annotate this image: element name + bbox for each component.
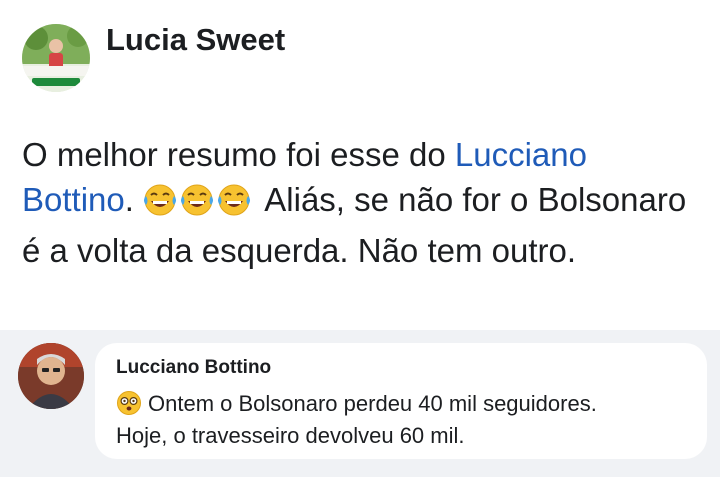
avatar-image <box>22 24 90 92</box>
comment-text-line1: Ontem o Bolsonaro perdeu 40 mil seguidor… <box>116 390 597 422</box>
author-avatar[interactable] <box>22 24 90 92</box>
comment-author-name[interactable]: Lucciano Bottino <box>116 357 271 379</box>
face-with-tears-of-joy-icon <box>179 183 215 228</box>
comment-line1-text: Ontem o Bolsonaro perdeu 40 mil seguidor… <box>148 391 597 416</box>
post-text-part1: O melhor resumo foi esse do <box>22 136 455 173</box>
dizzy-face-icon <box>116 390 142 422</box>
commenter-avatar-image <box>18 343 84 409</box>
comment-bubble: Lucciano Bottino Ontem o Bolsonaro perde… <box>95 343 707 459</box>
post-author-name[interactable]: Lucia Sweet <box>106 22 285 58</box>
comment-text-line2: Hoje, o travesseiro devolveu 60 mil. <box>116 423 465 448</box>
face-with-tears-of-joy-icon <box>216 183 252 228</box>
laughing-emoji-group <box>142 181 253 218</box>
face-with-tears-of-joy-icon <box>142 183 178 228</box>
commenter-avatar[interactable] <box>18 343 84 409</box>
post-text: O melhor resumo foi esse do Lucciano Bot… <box>22 132 702 273</box>
post-text-part2: . <box>124 181 134 218</box>
